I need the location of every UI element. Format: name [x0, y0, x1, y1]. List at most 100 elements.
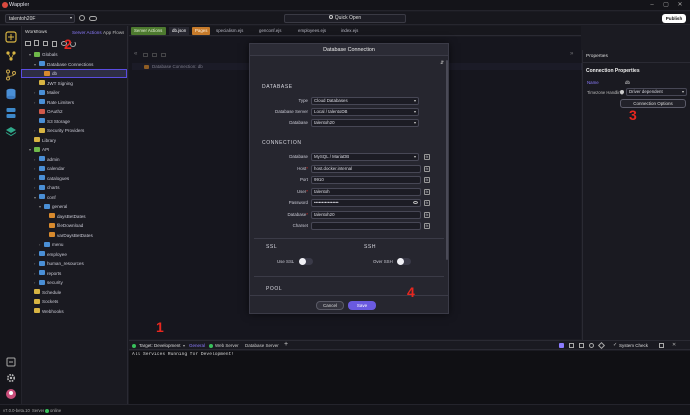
- dynamic-data-icon[interactable]: fx: [424, 223, 430, 229]
- eye-icon[interactable]: [413, 201, 418, 204]
- text-field[interactable]: talentoh: [311, 187, 421, 196]
- tree-item[interactable]: Webhooks: [22, 308, 126, 315]
- save-button[interactable]: Save: [348, 301, 376, 310]
- grid-icon[interactable]: [569, 343, 574, 348]
- user-avatar-icon[interactable]: [5, 388, 17, 400]
- use-ssl-toggle[interactable]: [299, 258, 313, 265]
- bookmark-icon[interactable]: [579, 343, 584, 348]
- tree-item[interactable]: Schedule: [22, 289, 126, 296]
- dynamic-data-icon[interactable]: fx: [424, 154, 430, 160]
- target-select[interactable]: Target: Development: [139, 343, 181, 348]
- resources-icon[interactable]: [5, 356, 17, 368]
- tab-database-server[interactable]: Database Server: [245, 343, 279, 348]
- dynamic-data-icon[interactable]: fx: [424, 177, 430, 183]
- tree-item[interactable]: daysBetDates: [22, 213, 126, 220]
- dynamic-data-icon[interactable]: fx: [424, 200, 430, 206]
- folder-icon: [39, 127, 45, 133]
- select-field[interactable]: MySQL / MariaDB ▾: [311, 153, 419, 161]
- cloud-icon[interactable]: [89, 16, 97, 21]
- editor-tab[interactable]: genconf.ejs: [256, 27, 292, 35]
- editor-tab[interactable]: index.ejs: [338, 27, 368, 35]
- scrollbar[interactable]: [446, 60, 448, 260]
- tree-item[interactable]: db: [21, 69, 127, 78]
- add-terminal-button[interactable]: +: [284, 341, 288, 348]
- select-field[interactable]: Local / talentoDB ▾: [311, 108, 419, 116]
- close-panel-icon[interactable]: ✕: [672, 342, 676, 348]
- editor-tab[interactable]: specialism.ejs: [213, 27, 253, 35]
- tree-item[interactable]: › admin: [22, 156, 126, 163]
- tab-web-server[interactable]: Web Server: [215, 343, 239, 348]
- tree-item[interactable]: › reports: [22, 270, 126, 277]
- over-ssh-toggle[interactable]: [397, 258, 411, 265]
- dynamic-data-icon[interactable]: fx: [424, 165, 430, 172]
- tree-item[interactable]: › human_resources: [22, 260, 126, 267]
- new-folder-icon[interactable]: [25, 41, 31, 46]
- tree-item[interactable]: ▾ Globals: [22, 51, 126, 58]
- git-branch-icon[interactable]: [5, 69, 17, 81]
- tree-item[interactable]: › security: [22, 279, 126, 286]
- delete-icon[interactable]: [52, 41, 57, 47]
- cancel-button[interactable]: Cancel: [316, 301, 344, 310]
- tree-item[interactable]: › Mailer: [22, 89, 126, 96]
- tree-item[interactable]: › menu: [22, 241, 126, 248]
- editor-tab[interactable]: db.json: [169, 27, 189, 35]
- tree-item[interactable]: ▾ Database Connections: [22, 61, 126, 68]
- quick-open-input[interactable]: Quick Open: [284, 14, 406, 23]
- close-button[interactable]: ✕: [674, 1, 686, 10]
- tree-item[interactable]: OAuth2: [22, 108, 126, 115]
- select-field[interactable]: Cloud Databases ▾: [311, 97, 419, 105]
- tree-item[interactable]: › calendar: [22, 165, 126, 172]
- design-icon[interactable]: [5, 31, 17, 43]
- publish-button[interactable]: Publish: [662, 14, 686, 23]
- tree-item[interactable]: ▾ general: [22, 203, 126, 210]
- tree-item[interactable]: Sockets: [22, 298, 126, 305]
- tree-item[interactable]: fileDownload: [22, 222, 126, 229]
- text-field[interactable]: talentoh20: [311, 210, 421, 219]
- copy-icon[interactable]: [43, 41, 48, 46]
- timezone-select[interactable]: Driver dependent ▾: [626, 88, 687, 96]
- tab-general[interactable]: General: [189, 343, 205, 348]
- project-select[interactable]: talentoh20F ▾: [5, 14, 75, 23]
- text-field[interactable]: 9910: [311, 176, 421, 184]
- tree-item[interactable]: › charts: [22, 184, 126, 191]
- split-view-icon[interactable]: ⇵: [440, 60, 444, 66]
- text-field[interactable]: host.docker.internal: [311, 164, 421, 173]
- select-field[interactable]: talentoh20 ▾: [311, 119, 419, 127]
- tree-item[interactable]: S3 Storage: [22, 118, 126, 125]
- minimize-button[interactable]: –: [646, 1, 658, 10]
- text-field[interactable]: [311, 222, 421, 230]
- dynamic-data-icon[interactable]: fx: [424, 211, 430, 218]
- terminal-output[interactable]: All Services Running for Development!: [129, 351, 690, 404]
- maximize-button[interactable]: ▢: [660, 1, 672, 10]
- tab-app-flows[interactable]: App Flows: [103, 30, 124, 35]
- maximize-panel-icon[interactable]: [659, 343, 664, 348]
- tree-item[interactable]: ▾ API: [22, 146, 126, 153]
- database-icon[interactable]: [5, 88, 17, 100]
- tree-item[interactable]: varDaysBetDates: [22, 232, 126, 239]
- editor-tab[interactable]: Server Actions: [131, 27, 166, 35]
- text-field[interactable]: ••••••••••••••••: [311, 199, 421, 207]
- tree-item[interactable]: › Security Providers: [22, 127, 126, 134]
- link-icon[interactable]: [589, 343, 594, 348]
- layers-icon[interactable]: [5, 126, 17, 138]
- name-field[interactable]: db: [623, 79, 687, 86]
- tree-item[interactable]: › Rate Limiters: [22, 99, 126, 106]
- tree-item[interactable]: › employee: [22, 251, 126, 258]
- editor-tab[interactable]: Pages: [192, 27, 210, 35]
- add-project-icon[interactable]: [79, 15, 85, 21]
- system-check-button[interactable]: System Check: [619, 343, 648, 348]
- tree-item[interactable]: JWT Signing: [22, 80, 126, 87]
- new-file-icon[interactable]: [34, 40, 39, 46]
- tree-item[interactable]: › catalogues: [22, 175, 126, 182]
- dynamic-data-icon[interactable]: fx: [424, 188, 430, 195]
- workflows-icon[interactable]: [5, 50, 17, 62]
- tree-item[interactable]: Library: [22, 137, 126, 144]
- tree-item-label: reports: [47, 270, 62, 276]
- tab-server-actions[interactable]: Server Actions: [72, 30, 102, 35]
- server-icon[interactable]: [5, 107, 17, 119]
- terminal-square-icon[interactable]: [559, 343, 564, 348]
- brush-icon[interactable]: [597, 341, 606, 350]
- tree-item[interactable]: ▾ conf: [22, 194, 126, 201]
- gear-icon[interactable]: [5, 372, 17, 384]
- editor-tab[interactable]: employees.ejs: [295, 27, 335, 35]
